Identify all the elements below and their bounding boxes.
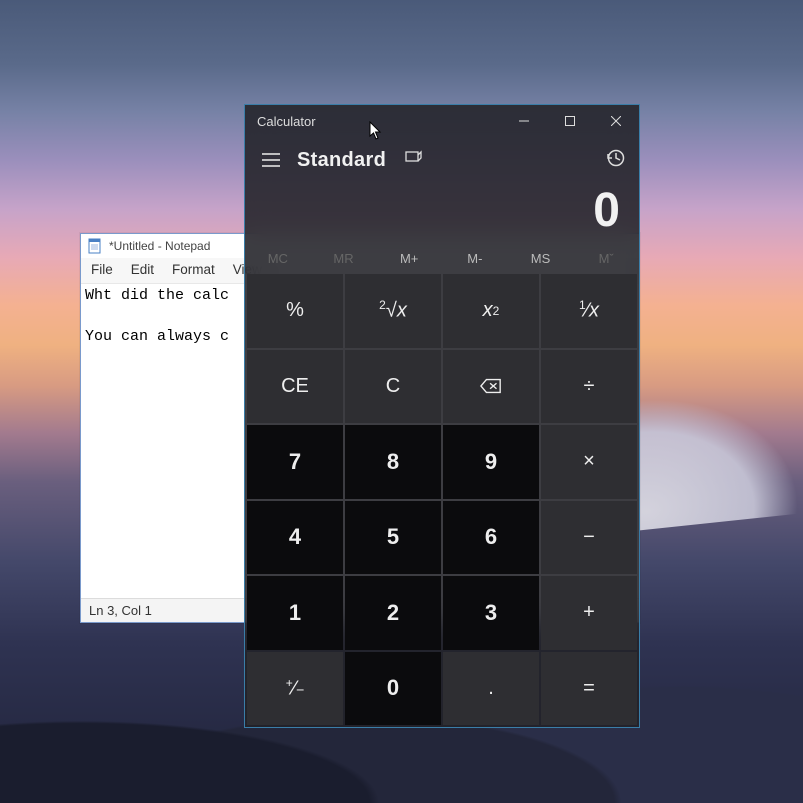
key-num-5[interactable]: 5 bbox=[345, 501, 441, 575]
keypad: %2√xx21⁄x CEC ÷ 789× 456− 123+ +⁄−0.= bbox=[245, 274, 639, 727]
keep-on-top-icon[interactable] bbox=[404, 149, 422, 172]
key-multiply[interactable]: × bbox=[541, 425, 637, 499]
notepad-icon bbox=[87, 238, 103, 254]
maximize-button[interactable] bbox=[547, 105, 593, 137]
mem-mminus[interactable]: M- bbox=[442, 251, 508, 266]
calculator-titlebar[interactable]: Calculator bbox=[245, 105, 639, 137]
key-clear-entry[interactable]: CE bbox=[247, 350, 343, 424]
key-equals[interactable]: = bbox=[541, 652, 637, 726]
key-percent[interactable]: % bbox=[247, 274, 343, 348]
calculator-title: Calculator bbox=[257, 114, 501, 129]
key-square[interactable]: x2 bbox=[443, 274, 539, 348]
calculator-window[interactable]: Calculator Standard 0 MC MR M+ M- MS Mˇ … bbox=[244, 104, 640, 728]
calculator-mode: Standard bbox=[297, 149, 386, 172]
key-num-8[interactable]: 8 bbox=[345, 425, 441, 499]
key-negate[interactable]: +⁄− bbox=[247, 652, 343, 726]
mem-mplus[interactable]: M+ bbox=[376, 251, 442, 266]
key-num-3[interactable]: 3 bbox=[443, 576, 539, 650]
key-num-9[interactable]: 9 bbox=[443, 425, 539, 499]
history-icon[interactable] bbox=[605, 148, 625, 173]
key-decimal[interactable]: . bbox=[443, 652, 539, 726]
notepad-title: *Untitled - Notepad bbox=[109, 239, 210, 253]
close-button[interactable] bbox=[593, 105, 639, 137]
hamburger-icon[interactable] bbox=[259, 148, 283, 172]
key-num-7[interactable]: 7 bbox=[247, 425, 343, 499]
key-num-0[interactable]: 0 bbox=[345, 652, 441, 726]
menu-edit[interactable]: Edit bbox=[123, 260, 162, 279]
calculator-header: Standard bbox=[245, 137, 639, 183]
key-reciprocal[interactable]: 1⁄x bbox=[541, 274, 637, 348]
key-clear[interactable]: C bbox=[345, 350, 441, 424]
key-backspace[interactable] bbox=[443, 350, 539, 424]
menu-file[interactable]: File bbox=[83, 260, 121, 279]
minimize-button[interactable] bbox=[501, 105, 547, 137]
key-sqrt[interactable]: 2√x bbox=[345, 274, 441, 348]
key-num-4[interactable]: 4 bbox=[247, 501, 343, 575]
key-divide[interactable]: ÷ bbox=[541, 350, 637, 424]
memory-row: MC MR M+ M- MS Mˇ bbox=[245, 242, 639, 274]
key-add[interactable]: + bbox=[541, 576, 637, 650]
key-num-1[interactable]: 1 bbox=[247, 576, 343, 650]
mem-mr[interactable]: MR bbox=[311, 251, 377, 266]
key-num-2[interactable]: 2 bbox=[345, 576, 441, 650]
mem-ms[interactable]: MS bbox=[508, 251, 574, 266]
mem-mc[interactable]: MC bbox=[245, 251, 311, 266]
menu-format[interactable]: Format bbox=[164, 260, 223, 279]
key-num-6[interactable]: 6 bbox=[443, 501, 539, 575]
calculator-display: 0 bbox=[245, 183, 639, 242]
key-subtract[interactable]: − bbox=[541, 501, 637, 575]
mem-flyout[interactable]: Mˇ bbox=[573, 251, 639, 266]
